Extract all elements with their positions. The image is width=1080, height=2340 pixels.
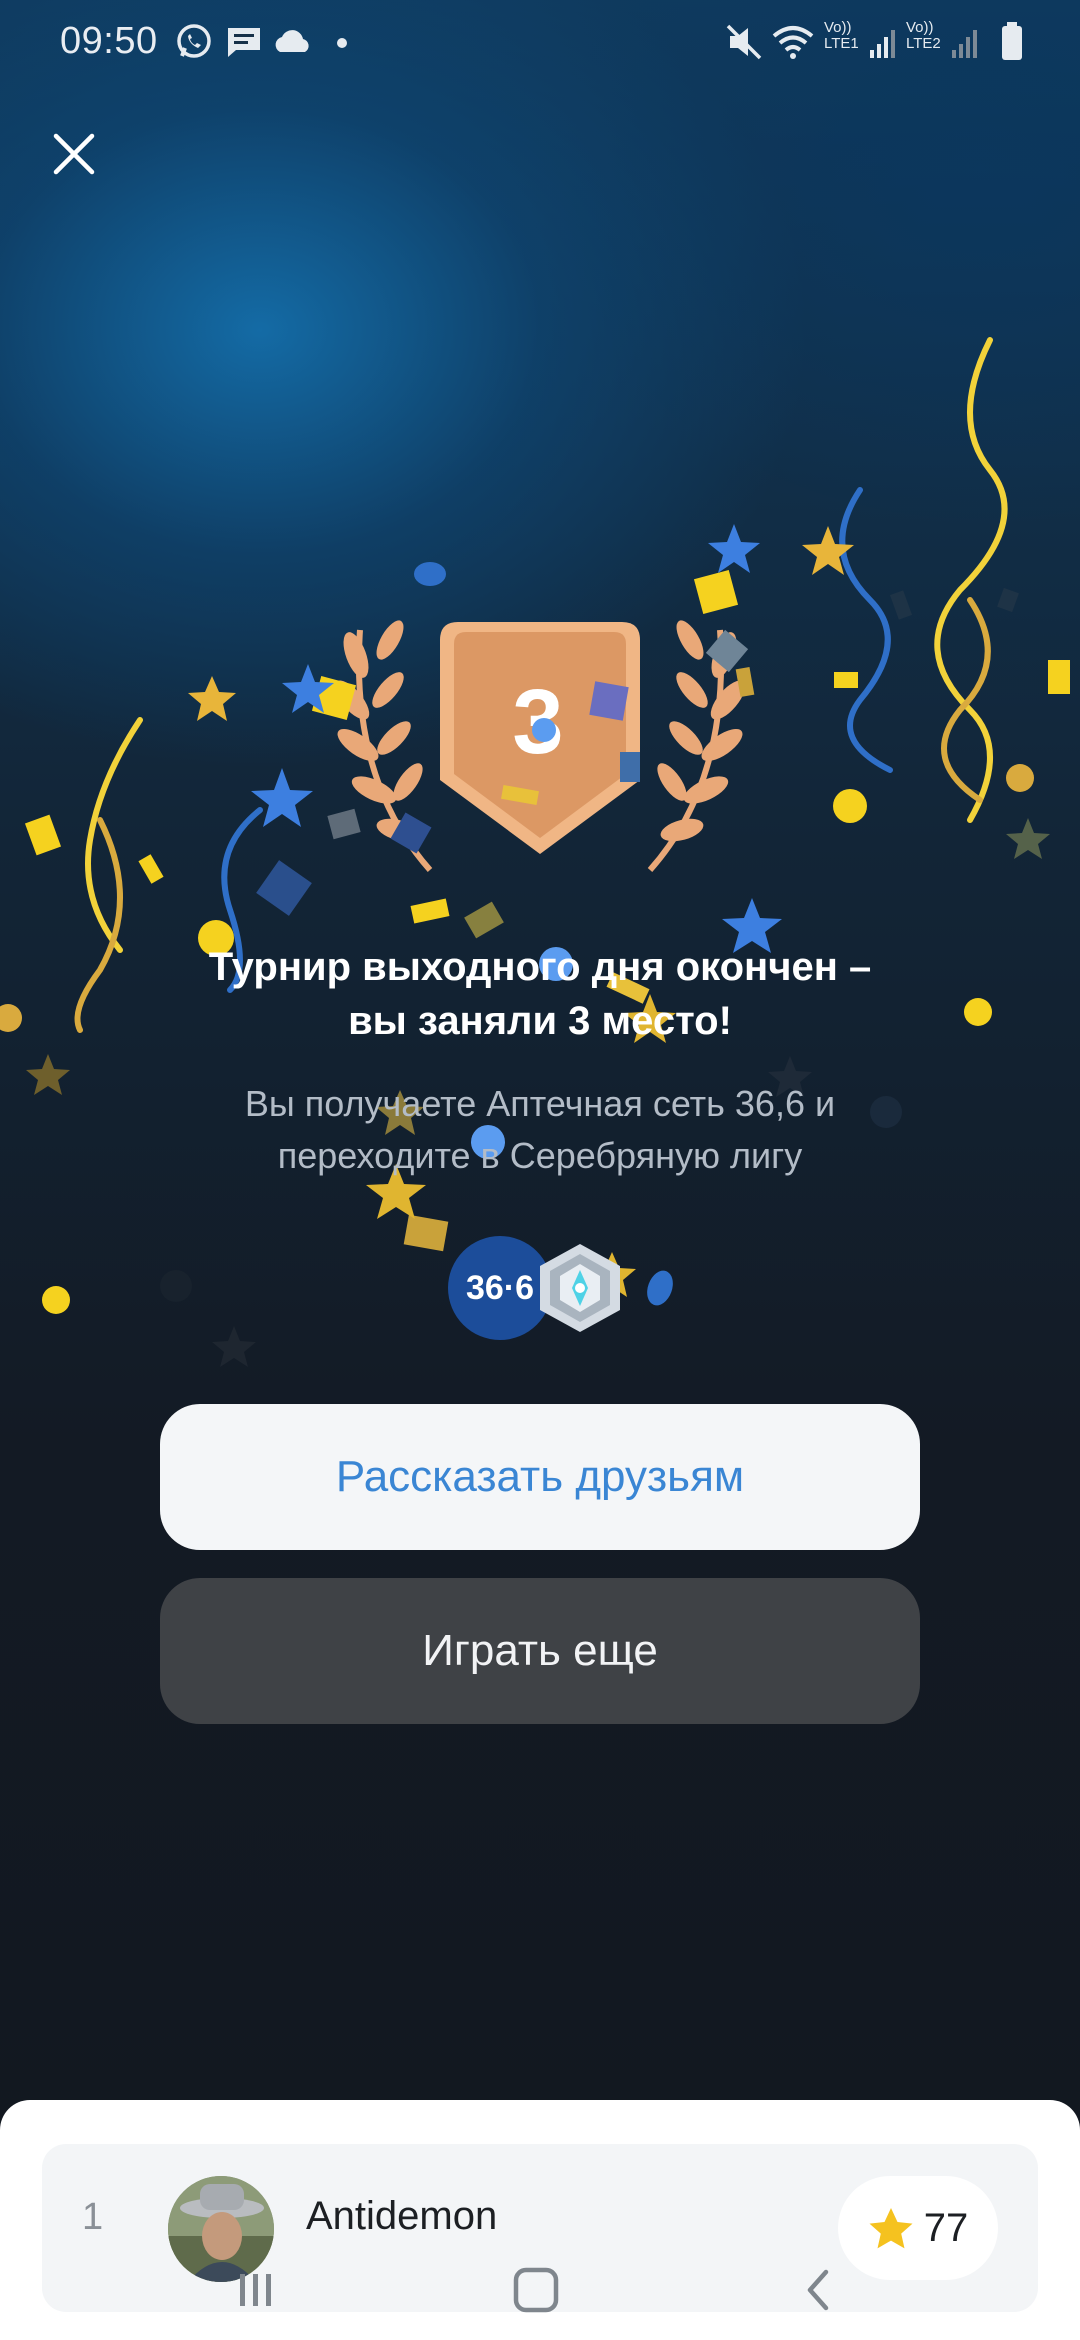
home-icon: [513, 2267, 559, 2313]
close-icon: [53, 133, 95, 175]
message-icon: [224, 22, 264, 67]
battery-icon: [1000, 22, 1024, 67]
recents-button[interactable]: [216, 2260, 296, 2320]
reward-badges: 36·6: [448, 1236, 628, 1340]
signal-bars-1-icon: [870, 28, 896, 63]
wifi-icon: [770, 22, 816, 67]
result-subtitle-line1: Вы получаете Аптечная сеть 36,6 и: [244, 1083, 836, 1124]
leaderboard-rank: 1: [82, 2196, 104, 2238]
result-title: Турнир выходного дня окончен – вы заняли…: [90, 940, 990, 1048]
share-button[interactable]: Рассказать друзьям: [160, 1404, 920, 1550]
volte-label: Vo)): [824, 19, 852, 36]
medal-place: 3: [512, 671, 564, 773]
mute-icon: [724, 22, 764, 67]
volte-label-2: Vo)): [906, 19, 934, 36]
status-time: 09:50: [60, 20, 158, 62]
partner-badge-text: 36·6: [465, 1268, 535, 1307]
lte1-label: LTE1: [824, 35, 859, 52]
home-button[interactable]: [496, 2260, 576, 2320]
lte1-signal-icon: Vo)) LTE1: [824, 20, 859, 52]
recents-icon: [240, 2274, 271, 2306]
share-button-label: Рассказать друзьям: [335, 1452, 745, 1501]
dot-icon: [336, 36, 348, 54]
lte2-label: LTE2: [906, 35, 941, 52]
cloud-icon: [272, 22, 314, 67]
play-again-button[interactable]: Играть еще: [160, 1578, 920, 1724]
signal-bars-2-icon: [952, 28, 978, 63]
silver-league-icon: [532, 1240, 628, 1336]
player-name: Antidemon: [306, 2194, 498, 2238]
status-icons-right: Vo)) LTE1 Vo)) LTE2: [724, 18, 1044, 68]
lte2-signal-icon: Vo)) LTE2: [906, 20, 941, 52]
tournament-result-screen: 09:50 Vo)) LTE1 Vo)) LTE2 3 Турнир выход…: [0, 0, 1080, 2340]
whatsapp-icon: [174, 22, 214, 67]
status-bar: 09:50 Vo)) LTE1 Vo)) LTE2: [0, 0, 1080, 90]
system-nav-bar: [0, 2240, 1080, 2340]
result-subtitle-line2: переходите в Серебряную лигу: [277, 1135, 803, 1176]
back-icon: [807, 2269, 829, 2311]
back-button[interactable]: [778, 2260, 858, 2320]
result-subtitle: Вы получаете Аптечная сеть 36,6 и перехо…: [120, 1078, 960, 1182]
play-again-button-label: Играть еще: [422, 1626, 658, 1675]
result-title-line1: Турнир выходного дня окончен –: [208, 945, 872, 989]
close-button[interactable]: [44, 124, 104, 184]
result-title-line2: вы заняли 3 место!: [348, 999, 732, 1043]
